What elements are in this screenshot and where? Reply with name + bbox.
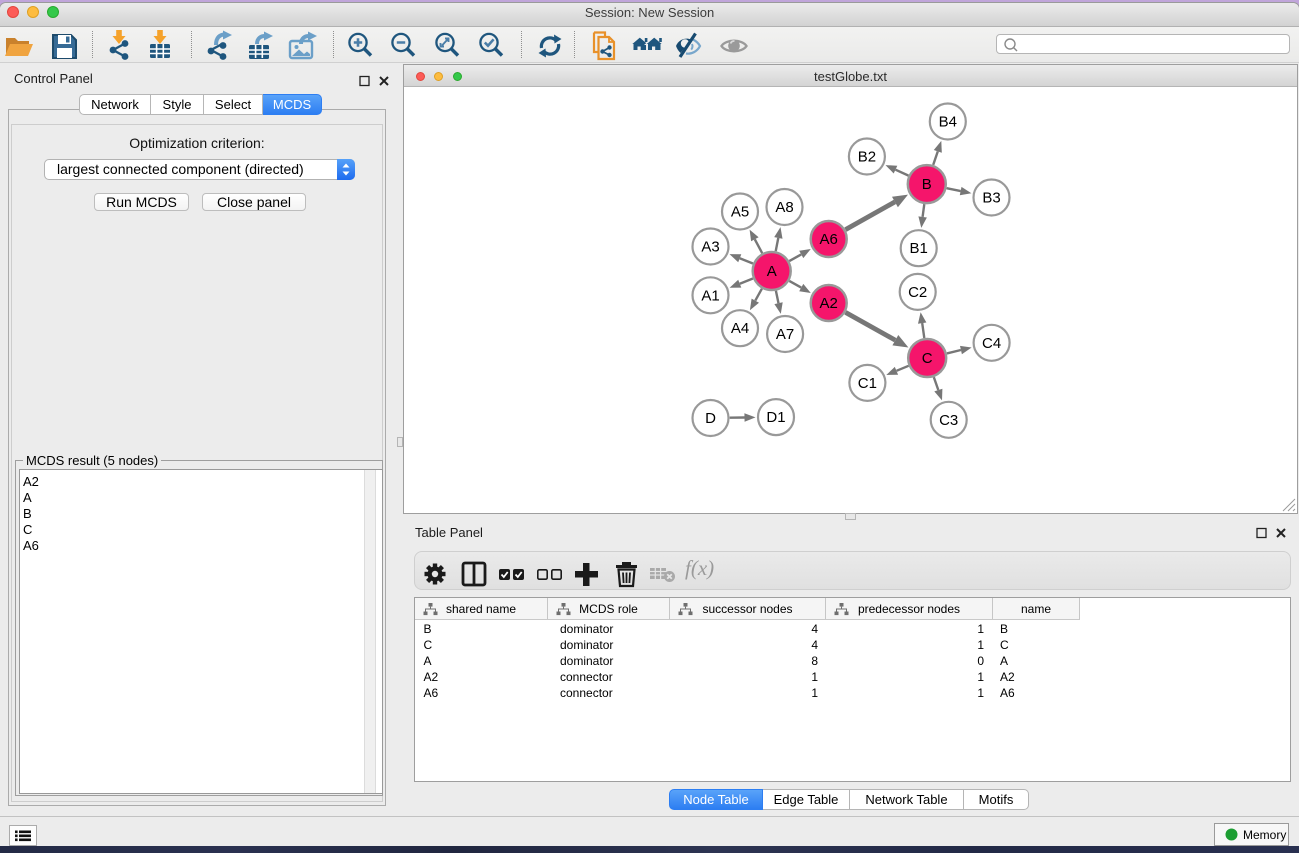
svg-text:A3: A3 [701,239,719,256]
svg-text:B1: B1 [910,240,928,257]
svg-text:A: A [767,263,777,280]
svg-text:A1: A1 [701,287,719,304]
svg-text:C3: C3 [939,412,958,429]
svg-text:A6: A6 [820,231,838,248]
svg-text:A2: A2 [820,295,838,312]
svg-text:A4: A4 [731,320,749,337]
svg-text:D1: D1 [766,409,785,426]
svg-text:B3: B3 [982,190,1000,207]
svg-text:C: C [922,350,933,367]
svg-text:A5: A5 [731,204,749,221]
svg-text:C1: C1 [858,375,877,392]
svg-text:B: B [922,176,932,193]
svg-text:B4: B4 [939,114,957,131]
svg-text:C4: C4 [982,335,1001,352]
svg-text:C2: C2 [908,284,927,301]
svg-text:A8: A8 [775,199,793,216]
svg-text:D: D [705,410,716,427]
svg-text:A7: A7 [776,326,794,343]
svg-text:B2: B2 [858,149,876,166]
